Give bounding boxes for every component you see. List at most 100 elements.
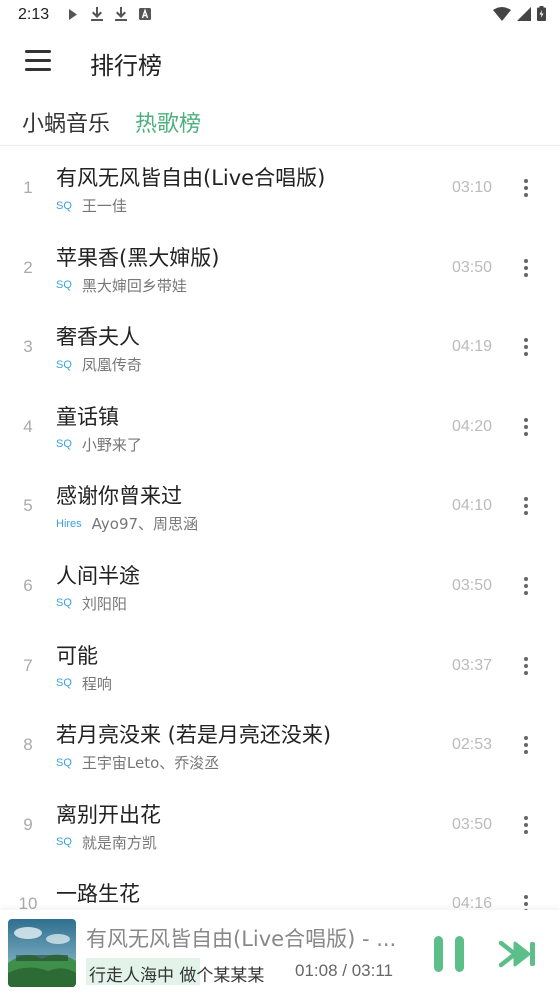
song-row[interactable]: 4 童话镇 SQ 小野来了 04:20 [0,387,560,467]
song-row[interactable]: 6 人间半途 SQ 刘阳阳 03:50 [0,546,560,626]
playback-time: 01:08 / 03:11 [295,961,393,980]
song-rank: 4 [23,416,33,436]
quality-badge: SQ [56,279,72,292]
song-row[interactable]: 7 可能 SQ 程响 03:37 [0,626,560,706]
quality-badge: SQ [56,756,72,769]
quality-badge: SQ [56,199,72,212]
song-rank: 10 [18,894,38,910]
song-title: 奢香夫人 [56,325,140,350]
song-duration: 03:50 [451,258,492,276]
quality-badge: SQ [56,836,72,849]
song-rank: 9 [23,814,33,834]
song-subtitle: SQ 王一佳 [56,195,127,216]
font-app-icon [138,7,152,21]
current-lyric: 行走人海中 做个某某某 [89,966,265,986]
more-options-icon[interactable] [518,335,534,359]
more-options-icon[interactable] [518,176,534,200]
quality-badge: SQ [56,677,72,690]
song-duration: 03:50 [451,576,492,594]
more-options-icon[interactable] [518,892,534,910]
song-rank: 7 [23,655,33,675]
song-row[interactable]: 3 奢香夫人 SQ 凤凰传奇 04:19 [0,307,560,387]
system-icons [493,6,546,26]
song-subtitle: SQ 小野来了 [56,434,142,455]
status-bar: 2:13 [0,0,560,30]
song-row[interactable]: 8 若月亮没来 (若是月亮还没来) SQ 王宇宙Leto、乔浚丞 02:53 [0,705,560,785]
album-cover[interactable] [8,919,76,987]
quality-badge: SQ [56,358,72,371]
more-options-icon[interactable] [518,256,534,280]
song-subtitle: SQ 王宇宙Leto、乔浚丞 [56,752,219,773]
song-title: 感谢你曾来过 [56,484,182,509]
tab-xiaowo-music[interactable]: 小蜗音乐 [22,106,110,138]
song-duration: 04:19 [451,338,492,356]
more-options-icon[interactable] [518,733,534,757]
tab-hot-songs[interactable]: 热歌榜 [135,106,201,138]
song-list: 1 有风无风皆自由(Live合唱版) SQ 王一佳 03:10 2 苹果香(黑大… [0,148,560,910]
song-subtitle: SQ 就是南方凯 [56,832,157,853]
song-title: 若月亮没来 (若是月亮还没来) [56,723,332,748]
song-subtitle: SQ 刘阳阳 [56,593,127,614]
song-rank: 5 [23,496,33,516]
download-icon [90,7,104,21]
song-title: 人间半途 [56,563,140,588]
more-options-icon[interactable] [518,813,534,837]
song-duration: 03:50 [451,815,492,833]
quality-badge: Hires [56,517,82,530]
song-subtitle: SQ 凤凰传奇 [56,354,142,375]
song-duration: 04:20 [451,417,492,435]
more-options-icon[interactable] [518,415,534,439]
song-title: 苹果香(黑大婶版) [56,245,220,270]
song-subtitle: SQ 程响 [56,673,112,694]
next-track-icon[interactable] [498,940,540,968]
chart-tabs: 小蜗音乐 热歌榜 [0,100,560,146]
song-rank: 2 [23,257,33,277]
song-subtitle: Hires Ayo97、周思涵 [56,513,198,534]
song-row[interactable]: 9 离别开出花 SQ 就是南方凯 03:50 [0,785,560,865]
song-duration: 03:10 [451,179,492,196]
song-row[interactable]: 2 苹果香(黑大婶版) SQ 黑大婶回乡带娃 03:50 [0,228,560,308]
song-row[interactable]: 5 感谢你曾来过 Hires Ayo97、周思涵 04:10 [0,466,560,546]
song-duration: 03:37 [451,656,492,674]
app-header: 排行榜 [0,34,560,90]
wifi-icon [493,6,511,26]
more-options-icon[interactable] [518,654,534,678]
song-row[interactable]: 10 一路生花 04:16 [0,864,560,910]
quality-badge: SQ [56,597,72,610]
download-icon [114,7,128,21]
song-artist: 小野来了 [81,435,142,454]
song-artist: 就是南方凯 [81,833,157,852]
signal-icon [517,6,531,26]
song-title: 可能 [56,643,98,668]
song-duration: 02:53 [451,736,492,754]
song-duration: 04:10 [451,497,492,515]
song-duration: 04:16 [451,895,492,910]
status-time: 2:13 [18,6,50,23]
song-subtitle: SQ 黑大婶回乡带娃 [56,275,187,296]
song-rank: 6 [23,575,33,595]
notification-icons [66,7,152,21]
song-artist: 凤凰传奇 [81,356,142,375]
song-artist: Ayo97、周思涵 [91,515,199,534]
now-playing-title: 有风无风皆自由(Live合唱版) - ... [86,927,397,951]
song-row[interactable]: 1 有风无风皆自由(Live合唱版) SQ 王一佳 03:10 [0,148,560,228]
mini-player[interactable]: 有风无风皆自由(Live合唱版) - ... 行走人海中 做个某某某 01:08… [0,910,560,995]
play-notification-icon [66,7,80,21]
song-title: 一路生花 [56,882,140,907]
song-artist: 黑大婶回乡带娃 [81,276,187,295]
song-artist: 王宇宙Leto、乔浚丞 [81,754,220,773]
more-options-icon[interactable] [518,494,534,518]
song-rank: 8 [23,735,33,755]
more-options-icon[interactable] [518,574,534,598]
song-rank: 3 [23,337,33,357]
quality-badge: SQ [56,438,72,451]
song-rank: 1 [23,178,33,197]
song-artist: 王一佳 [81,197,127,215]
song-title: 有风无风皆自由(Live合唱版) [56,166,326,190]
menu-icon[interactable] [22,46,56,76]
battery-icon [537,6,546,26]
song-title: 童话镇 [56,404,119,429]
page-title: 排行榜 [90,52,162,80]
song-artist: 程响 [81,674,112,693]
pause-icon[interactable] [430,936,470,972]
